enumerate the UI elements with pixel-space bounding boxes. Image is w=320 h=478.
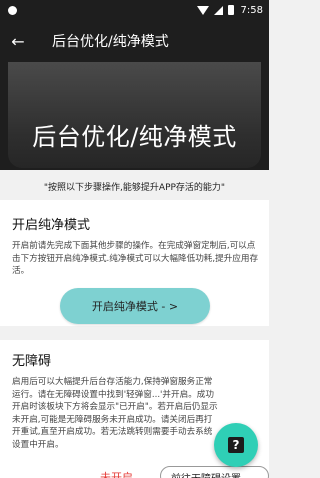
help-fab-button[interactable]: ? <box>214 423 258 467</box>
pure-mode-description: 开启前请先完成下面其他步骤的操作。在完成弹窗定制后,可以点击下方按钮开启纯净模式… <box>12 241 259 276</box>
notification-icon <box>8 5 17 15</box>
help-icon: ? <box>228 437 244 453</box>
hero-banner: 后台优化/纯净模式 <box>0 62 269 170</box>
accessibility-description: 启用后可以大幅提升后台存活能力,保持弹窗服务正常运行。请在无障碍设置中找到'轻弹… <box>12 377 218 450</box>
wifi-icon <box>196 5 209 15</box>
accessibility-title: 无障碍 <box>12 354 52 369</box>
status-time: 7:58 <box>240 4 263 16</box>
arrow-back-icon: ← <box>11 31 25 51</box>
battery-icon <box>227 5 234 15</box>
back-button[interactable]: ← <box>0 20 36 62</box>
app-bar: ← 后台优化/纯净模式 <box>0 20 269 62</box>
signal-icon <box>213 5 223 15</box>
status-bar: 7:58 <box>0 0 269 20</box>
hero-title: 后台优化/纯净模式 <box>32 123 237 151</box>
pure-mode-title: 开启纯净模式 <box>12 218 91 233</box>
open-accessibility-settings-button[interactable]: 前往无障碍设置 <box>160 466 269 478</box>
hero-card: 后台优化/纯净模式 <box>8 62 261 168</box>
page-title: 后台优化/纯净模式 <box>52 34 169 50</box>
accessibility-status: 未开启 <box>100 471 133 478</box>
hint-text: "按照以下步骤操作,能够提升APP存活的能力" <box>43 183 226 193</box>
pure-mode-card: 开启纯净模式 开启前请先完成下面其他步骤的操作。在完成弹窗定制后,可以点击下方按… <box>0 200 269 326</box>
enable-pure-mode-button[interactable]: 开启纯净模式 - > <box>60 288 210 324</box>
